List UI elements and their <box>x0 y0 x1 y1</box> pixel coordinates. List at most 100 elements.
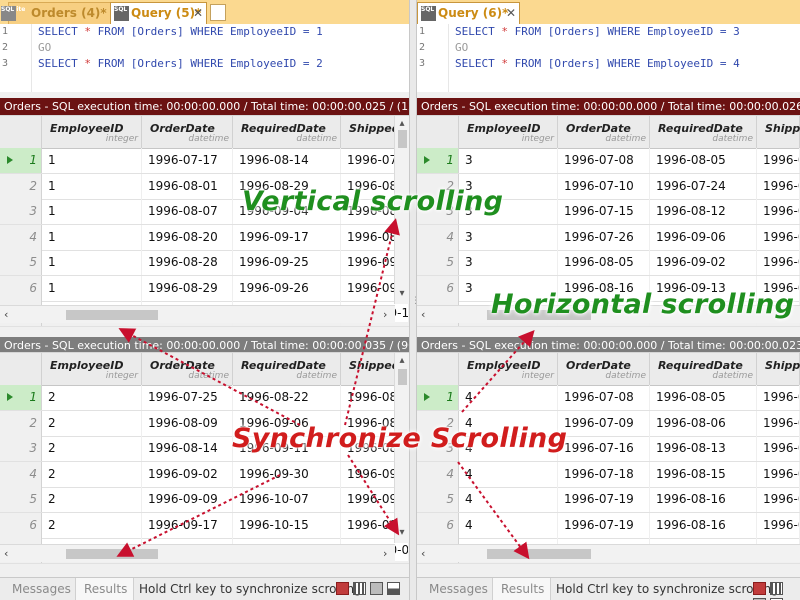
table-cell[interactable]: 1996-08-15 <box>650 461 757 487</box>
column-header[interactable]: RequiredDate datetime <box>233 116 341 148</box>
columns-view-icon[interactable] <box>770 582 783 595</box>
table-cell[interactable]: 1996-07-18 <box>558 461 650 487</box>
table-cell[interactable]: 1996-09-02 <box>650 250 757 275</box>
table-row[interactable]: 531996-08-051996-09-021996-08 <box>417 250 800 276</box>
table-cell[interactable]: 1 <box>42 173 142 199</box>
table-cell[interactable]: 1996-08-05 <box>558 250 650 275</box>
table-cell[interactable]: 1996-09-17 <box>233 224 341 250</box>
query-tab[interactable]: SQL ite Orders (4)* <box>1 2 114 24</box>
column-header[interactable]: OrderDate datetime <box>142 353 233 385</box>
table-cell[interactable]: 1996-07 <box>757 487 800 512</box>
table-cell[interactable]: 1996-08-01 <box>142 173 233 199</box>
results-tab[interactable]: Results <box>493 578 551 600</box>
table-row[interactable]: 541996-07-191996-08-161996-07 <box>417 487 800 513</box>
table-cell[interactable]: 2 <box>42 512 142 538</box>
column-header[interactable]: EmployeeID integer <box>459 353 558 385</box>
table-cell[interactable]: 2 <box>42 410 142 436</box>
form-view-icon[interactable] <box>370 582 383 595</box>
table-cell[interactable]: 2 <box>42 461 142 487</box>
table-cell[interactable]: 1996-07 <box>757 461 800 487</box>
close-icon[interactable]: ✕ <box>506 3 516 23</box>
table-cell[interactable]: 1996-08-12 <box>650 199 757 224</box>
table-cell[interactable]: 1 <box>42 275 142 301</box>
table-cell[interactable]: 1996-08-09 <box>142 410 233 436</box>
table-cell[interactable]: 4 <box>459 461 558 487</box>
column-header[interactable]: OrderDate datetime <box>142 116 233 148</box>
table-cell[interactable]: 1996-08-14 <box>142 436 233 461</box>
column-header[interactable]: OrderDate datetime <box>558 116 650 148</box>
scroll-up-icon[interactable]: ▴ <box>396 118 408 130</box>
grid-horizontal-scrollbar[interactable]: ‹ <box>417 544 800 562</box>
table-row[interactable]: 141996-07-081996-08-051996-07 <box>417 385 800 411</box>
scrollbar-thumb[interactable] <box>398 369 407 385</box>
result-grid[interactable]: EmployeeID integer OrderDate datetime Requir… <box>0 115 409 327</box>
table-row[interactable]: 6 1 1996-08-29 1996-09-26 1996-09-1 <box>0 275 409 302</box>
scrollbar-thumb[interactable] <box>398 130 407 148</box>
table-cell[interactable]: 1996-08-06 <box>650 410 757 436</box>
table-cell[interactable]: 1 <box>42 224 142 250</box>
table-cell[interactable]: 3 <box>459 250 558 275</box>
scroll-left-icon[interactable]: ‹ <box>421 547 425 560</box>
table-cell[interactable]: 1996-07-15 <box>558 199 650 224</box>
table-cell[interactable]: 1 <box>42 148 142 173</box>
table-row[interactable]: 1 1 1996-07-17 1996-08-14 1996-07-2 <box>0 148 409 174</box>
scroll-left-icon[interactable]: ‹ <box>4 308 8 321</box>
column-header[interactable]: EmployeeID integer <box>42 353 142 385</box>
table-cell[interactable]: 1996-07 <box>757 512 800 538</box>
table-row[interactable]: 4 1 1996-08-20 1996-09-17 1996-08-2 <box>0 224 409 251</box>
grid-horizontal-scrollbar[interactable]: ‹ › <box>0 544 395 562</box>
table-cell[interactable]: 1996-07 <box>757 410 800 436</box>
table-row[interactable]: 5 2 1996-09-09 1996-10-07 1996-09-1 <box>0 487 409 513</box>
scrollbar-thumb[interactable] <box>487 549 591 559</box>
sql-editor[interactable]: 1 2 3 SELECT * FROM [Orders] WHERE Employee… <box>0 24 409 117</box>
column-header[interactable]: EmployeeID integer <box>42 116 142 148</box>
scroll-left-icon[interactable]: ‹ <box>421 308 425 321</box>
table-row[interactable]: 5 1 1996-08-28 1996-09-25 1996-09-0 <box>0 250 409 276</box>
table-row[interactable]: 131996-07-081996-08-051996-07 <box>417 148 800 174</box>
table-cell[interactable]: 1996-07 <box>757 385 800 410</box>
table-cell[interactable]: 1996-08-29 <box>142 275 233 301</box>
table-cell[interactable]: 2 <box>42 385 142 410</box>
column-header[interactable]: OrderDate datetime <box>558 353 650 385</box>
table-cell[interactable]: 1996-07-25 <box>142 385 233 410</box>
table-cell[interactable]: 1996-08-20 <box>142 224 233 250</box>
column-header[interactable]: EmployeeID integer <box>459 116 558 148</box>
split-view-icon[interactable] <box>387 582 400 595</box>
table-cell[interactable]: 1996-07-16 <box>558 436 650 461</box>
sql-editor[interactable]: 1 2 3 SELECT * FROM [Orders] WHERE Employee… <box>417 24 800 117</box>
messages-tab[interactable]: Messages <box>0 578 76 600</box>
table-cell[interactable]: 1996-07 <box>757 436 800 461</box>
table-cell[interactable]: 1996-09-06 <box>650 224 757 250</box>
table-cell[interactable]: 1996-08-07 <box>142 199 233 224</box>
table-row[interactable]: 4 2 1996-09-02 1996-09-30 1996-09-0 <box>0 461 409 488</box>
table-cell[interactable]: 1996-09-02 <box>142 461 233 487</box>
scroll-up-icon[interactable]: ▴ <box>396 355 408 367</box>
table-cell[interactable]: 1996-09-30 <box>233 461 341 487</box>
column-header[interactable]: RequiredDate datetime <box>233 353 341 385</box>
table-cell[interactable]: 4 <box>459 385 558 410</box>
scroll-right-icon[interactable]: › <box>383 547 387 560</box>
new-tab-button[interactable] <box>210 4 226 21</box>
grid-horizontal-scrollbar[interactable]: ‹ › <box>0 305 395 323</box>
result-grid[interactable]: EmployeeID integer OrderDate datetime Requir… <box>417 352 800 564</box>
query-tab[interactable]: SQL ite Query (5)* ✕ <box>110 2 207 25</box>
table-cell[interactable]: 1996-08-13 <box>650 436 757 461</box>
table-cell[interactable]: 1996-07-19 <box>558 487 650 512</box>
table-cell[interactable]: 1996-07-09 <box>558 410 650 436</box>
table-cell[interactable]: 1996-08-16 <box>650 487 757 512</box>
table-cell[interactable]: 1996-08-05 <box>650 385 757 410</box>
table-cell[interactable]: 1996-07 <box>757 173 800 199</box>
table-cell[interactable]: 2 <box>42 436 142 461</box>
table-row[interactable]: 1 2 1996-07-25 1996-08-22 1996-08-0 <box>0 385 409 411</box>
code-area[interactable]: SELECT * FROM [Orders] WHERE EmployeeID … <box>38 24 409 72</box>
query-tab[interactable]: SQL ite Query (6)* ✕ <box>417 2 520 25</box>
scrollbar-thumb[interactable] <box>66 549 158 559</box>
table-cell[interactable]: 1996-08-14 <box>233 148 341 173</box>
table-cell[interactable]: 1996-08-16 <box>650 512 757 538</box>
table-cell[interactable]: 1996-08-22 <box>233 385 341 410</box>
scroll-left-icon[interactable]: ‹ <box>4 547 8 560</box>
table-cell[interactable]: 1996-07-17 <box>142 148 233 173</box>
table-cell[interactable]: 1996-07-08 <box>558 385 650 410</box>
table-cell[interactable]: 1996-09-09 <box>142 487 233 512</box>
table-cell[interactable]: 1996-07-08 <box>558 148 650 173</box>
